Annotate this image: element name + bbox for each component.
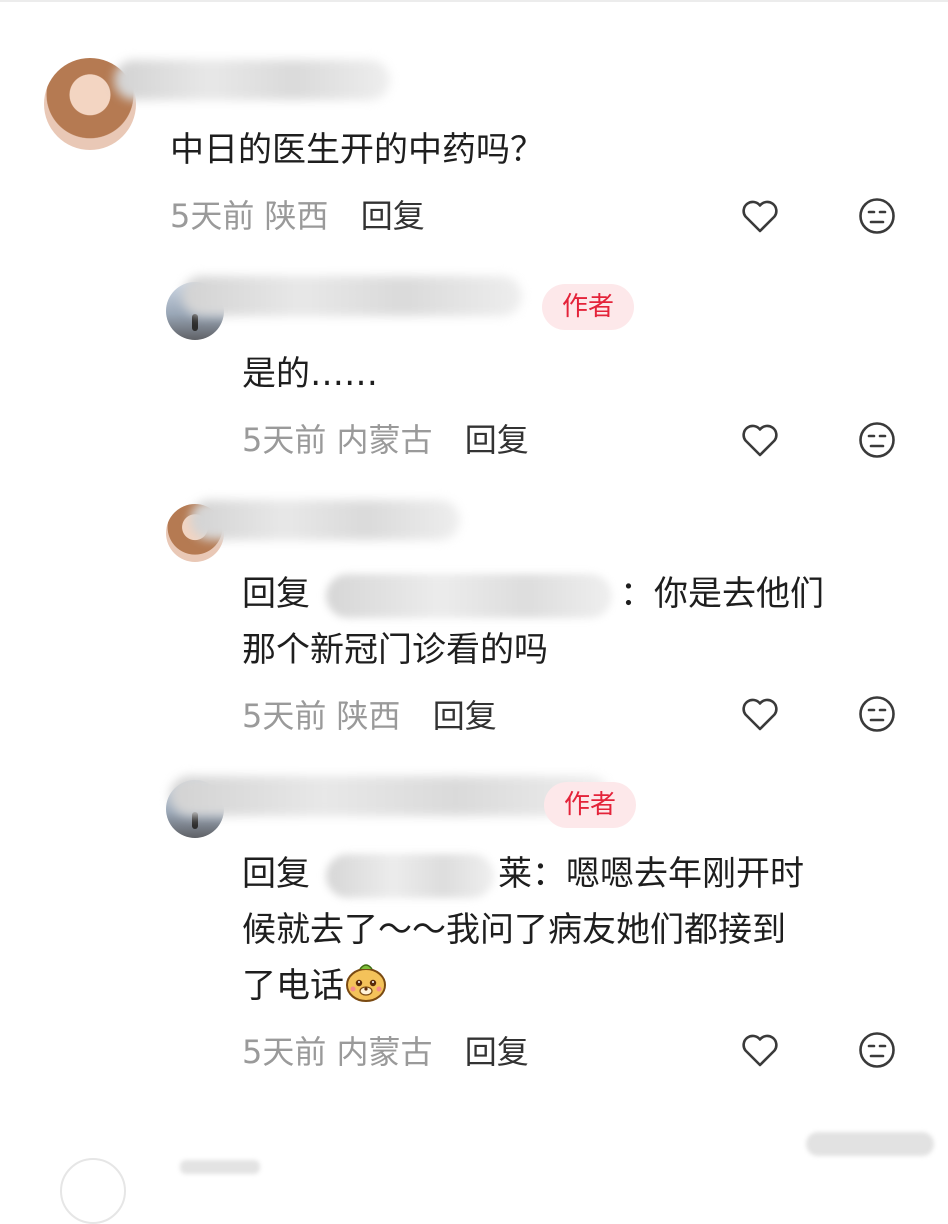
comment-text-line: 回复 ：你是去他们 <box>242 566 824 622</box>
meh-face-icon[interactable] <box>857 196 897 236</box>
comment-text: 那个新冠门诊看的吗 <box>242 630 548 670</box>
reply-button[interactable]: 回复 <box>465 421 529 459</box>
reply-prefix: 回复 <box>242 854 310 894</box>
comment-text: 候就去了～～我问了病友她们都接到 <box>242 910 786 950</box>
username-blurred[interactable] <box>182 276 522 316</box>
location: 陕西 <box>336 697 401 735</box>
timestamp: 5天前 <box>242 1033 327 1071</box>
timestamp: 5天前 <box>170 197 255 235</box>
comment-meta: 5天前 陕西 回复 <box>242 696 497 736</box>
dog-face-emoji <box>346 964 386 1002</box>
reply-button[interactable]: 回复 <box>361 197 425 235</box>
heart-icon[interactable] <box>740 694 780 734</box>
mentioned-user-blurred[interactable] <box>326 573 612 618</box>
comment-text: 莱：嗯嗯去年刚开时 <box>498 854 804 894</box>
comment-meta: 5天前 内蒙古 回复 <box>242 420 529 460</box>
author-badge: 作者 <box>542 284 634 330</box>
meh-face-icon[interactable] <box>857 420 897 460</box>
timestamp: 5天前 <box>242 697 327 735</box>
heart-icon[interactable] <box>740 196 780 236</box>
reply-prefix: 回复 <box>242 574 310 614</box>
comment-text: 了电话 <box>242 966 344 1006</box>
location: 陕西 <box>264 197 329 235</box>
top-divider <box>0 0 948 2</box>
location: 内蒙古 <box>336 1033 433 1071</box>
reply-button[interactable]: 回复 <box>465 1033 529 1071</box>
heart-icon[interactable] <box>740 1030 780 1070</box>
meh-face-icon[interactable] <box>857 694 897 734</box>
comment-meta: 5天前 内蒙古 回复 <box>242 1032 529 1072</box>
comment-meta: 5天前 陕西 回复 <box>170 196 425 236</box>
comment-text: 中日的医生开的中药吗？ <box>170 130 544 170</box>
username-blurred[interactable] <box>190 500 460 540</box>
watermark-blurred <box>806 1132 934 1156</box>
comment-text-line: 了电话 <box>242 958 388 1014</box>
username-blurred[interactable] <box>180 1160 260 1174</box>
author-badge: 作者 <box>544 782 636 828</box>
timestamp: 5天前 <box>242 421 327 459</box>
comment-text: ：你是去他们 <box>620 574 824 614</box>
meh-face-icon[interactable] <box>857 1030 897 1070</box>
heart-icon[interactable] <box>740 420 780 460</box>
username-blurred[interactable] <box>114 60 390 100</box>
comment-text-line: 回复 莱：嗯嗯去年刚开时 <box>242 846 804 902</box>
reply-button[interactable]: 回复 <box>433 697 497 735</box>
mentioned-user-blurred[interactable] <box>326 853 494 898</box>
comment-text: 是的…… <box>242 354 378 394</box>
location: 内蒙古 <box>336 421 433 459</box>
